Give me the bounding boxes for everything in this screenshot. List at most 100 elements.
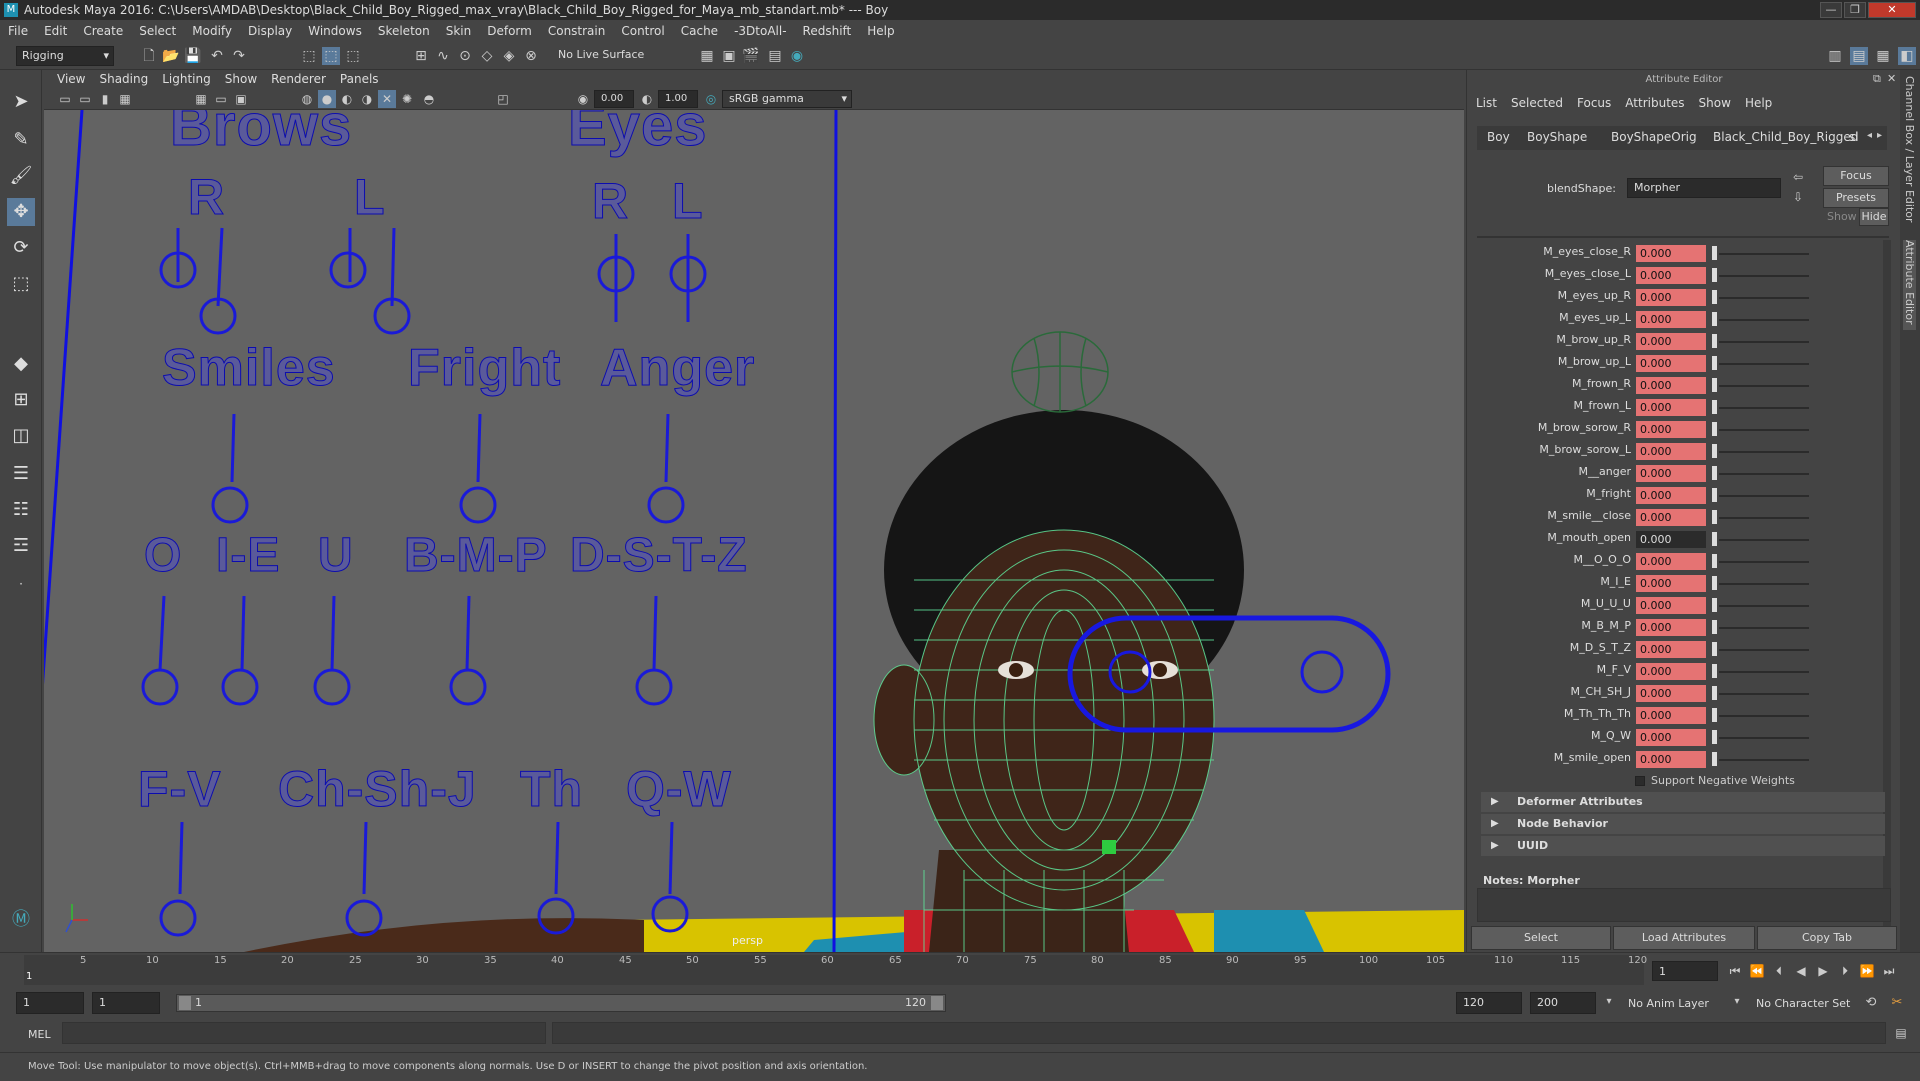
slider-track[interactable] [1719, 495, 1809, 497]
x-ray-joints-icon[interactable]: ✕ [378, 90, 396, 108]
slider-track[interactable] [1719, 671, 1809, 673]
menu-edit[interactable]: Edit [36, 20, 75, 42]
menu-constrain[interactable]: Constrain [540, 20, 614, 42]
select-button[interactable]: Select [1471, 926, 1611, 950]
slider-handle[interactable] [1712, 356, 1717, 370]
attr-value-field[interactable]: 0.000 [1636, 707, 1706, 724]
slider-handle[interactable] [1712, 312, 1717, 326]
menu-help[interactable]: Help [859, 20, 902, 42]
ae-menu-show[interactable]: Show [1692, 94, 1738, 112]
slider-track[interactable] [1719, 297, 1809, 299]
slider-handle[interactable] [1712, 444, 1717, 458]
slider-track[interactable] [1719, 539, 1809, 541]
range-handle-end[interactable] [931, 996, 943, 1010]
go-to-start-icon[interactable]: ⏮ [1726, 962, 1744, 980]
save-scene-icon[interactable]: 💾 [184, 47, 202, 65]
select-component-icon[interactable]: ⬚ [344, 47, 362, 65]
viewport-menu-shading[interactable]: Shading [92, 70, 155, 88]
snap-grid-icon[interactable]: ⊞ [412, 47, 430, 65]
eye-control-handle-2[interactable] [1300, 650, 1344, 694]
presets-button[interactable]: Presets [1823, 188, 1889, 208]
attr-value-field[interactable]: 0.000 [1636, 377, 1706, 394]
notes-textarea[interactable] [1477, 888, 1891, 922]
tab-sl[interactable]: sl [1841, 126, 1867, 148]
play-forward-icon[interactable]: ▶ [1814, 962, 1832, 980]
ae-menu-selected[interactable]: Selected [1504, 94, 1570, 112]
render-view-icon[interactable]: ▣ [720, 47, 738, 65]
play-backward-icon[interactable]: ◀ [1792, 962, 1810, 980]
step-back-frame-icon[interactable]: ⏴ [1770, 962, 1788, 980]
attr-value-field[interactable]: 0.000 [1636, 443, 1706, 460]
four-view-layout-icon[interactable]: ⊞ [7, 386, 35, 414]
camera-select-icon[interactable]: ▭ [56, 90, 74, 108]
rotate-tool-icon[interactable]: ⟳ [7, 234, 35, 262]
ipr-render-icon[interactable]: ▤ [766, 47, 784, 65]
ae-menu-focus[interactable]: Focus [1570, 94, 1618, 112]
range-handle-start[interactable] [179, 996, 191, 1010]
close-panel-icon[interactable]: ✕ [1887, 72, 1896, 85]
copy-node-icon[interactable]: ⇩ [1793, 190, 1803, 204]
slider-handle[interactable] [1712, 576, 1717, 590]
section-uuid[interactable]: ▶ UUID [1481, 836, 1885, 856]
focus-button[interactable]: Focus [1823, 166, 1889, 186]
slider-handle[interactable] [1712, 246, 1717, 260]
slider-handle[interactable] [1712, 752, 1717, 766]
animation-end-field[interactable]: 200 [1530, 992, 1596, 1014]
slider-track[interactable] [1719, 693, 1809, 695]
show-label[interactable]: Show [1827, 210, 1857, 223]
command-input[interactable] [62, 1022, 546, 1044]
ae-menu-list[interactable]: List [1469, 94, 1504, 112]
slider-track[interactable] [1719, 517, 1809, 519]
wireframe-on-shaded-icon[interactable]: ◐ [338, 90, 356, 108]
attr-value-field[interactable]: 0.000 [1636, 355, 1706, 372]
slider-handle[interactable] [1712, 554, 1717, 568]
slider-track[interactable] [1719, 561, 1809, 563]
custom-layout-icon[interactable]: · [7, 570, 35, 598]
auto-key-icon[interactable]: ⟲ [1862, 994, 1880, 1012]
camera-lock-icon[interactable]: ▭ [76, 90, 94, 108]
go-to-end-icon[interactable]: ⏭ [1880, 962, 1898, 980]
slider-track[interactable] [1719, 473, 1809, 475]
bookmark-icon[interactable]: ▮ [96, 90, 114, 108]
tab-scroll-left-icon[interactable]: ◂ [1867, 130, 1872, 141]
open-scene-icon[interactable]: 📂 [162, 47, 180, 65]
snap-live-icon[interactable]: ⊗ [522, 47, 540, 65]
select-tool-icon[interactable]: ➤ [7, 88, 35, 116]
hypershade-layout-icon[interactable]: ☲ [7, 532, 35, 560]
slider-track[interactable] [1719, 319, 1809, 321]
slider-handle[interactable] [1712, 664, 1717, 678]
attr-value-field[interactable]: 0.000 [1636, 619, 1706, 636]
slider-track[interactable] [1719, 627, 1809, 629]
slider-track[interactable] [1719, 275, 1809, 277]
select-object-icon[interactable]: ⬚ [322, 47, 340, 65]
attr-value-field[interactable]: 0.000 [1636, 289, 1706, 306]
viewport-menu-panels[interactable]: Panels [333, 70, 386, 88]
slider-track[interactable] [1719, 583, 1809, 585]
image-plane-icon[interactable]: ▦ [116, 90, 134, 108]
hypershade-icon[interactable]: ◉ [788, 47, 806, 65]
section-deformer-attributes[interactable]: ▶ Deformer Attributes [1481, 792, 1885, 812]
color-management-icon[interactable]: ◎ [702, 90, 720, 108]
attr-value-field[interactable]: 0.000 [1636, 553, 1706, 570]
slider-handle[interactable] [1712, 686, 1717, 700]
menu-create[interactable]: Create [75, 20, 131, 42]
chevron-down-icon[interactable]: ▾ [1728, 993, 1746, 1011]
gamma-field[interactable]: 1.00 [658, 90, 698, 108]
menu-file[interactable]: File [0, 20, 36, 42]
slider-track[interactable] [1719, 649, 1809, 651]
hide-button[interactable]: Hide [1859, 208, 1889, 226]
slider-handle[interactable] [1712, 378, 1717, 392]
move-tool-icon[interactable]: ✥ [7, 198, 35, 226]
attr-value-field[interactable]: 0.000 [1636, 421, 1706, 438]
film-gate-icon[interactable]: ▭ [212, 90, 230, 108]
two-view-layout-icon[interactable]: ◫ [7, 422, 35, 450]
menu-deform[interactable]: Deform [479, 20, 540, 42]
render-settings-icon[interactable]: ▦ [698, 47, 716, 65]
graph-layout-icon[interactable]: ☷ [7, 496, 35, 524]
outliner-layout-icon[interactable]: ☰ [7, 460, 35, 488]
smooth-shade-icon[interactable]: ● [318, 90, 336, 108]
layout-modeling-icon[interactable]: ▥ [1826, 47, 1844, 65]
slider-handle[interactable] [1712, 488, 1717, 502]
ae-menu-help[interactable]: Help [1738, 94, 1779, 112]
attr-value-field[interactable]: 0.000 [1636, 531, 1706, 548]
